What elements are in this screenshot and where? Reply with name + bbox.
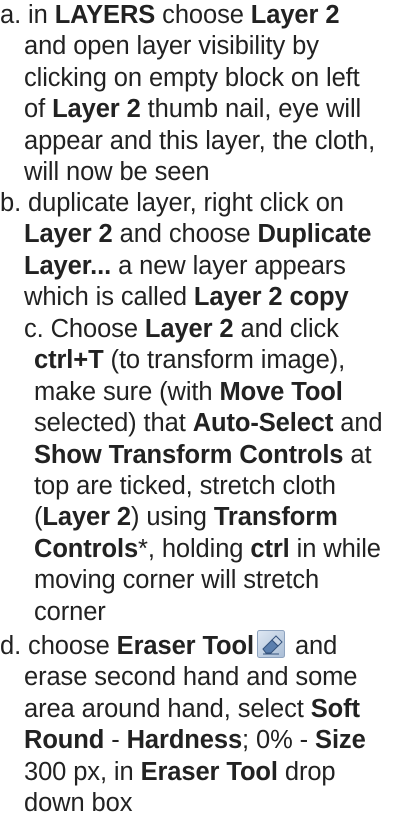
step-c-line-1: c. Choose Layer 2 and click [24, 315, 339, 343]
step-c-line-5: Show Transform Controls at [34, 440, 372, 469]
instructions-document: a. in LAYERS choose Layer 2 and open lay… [0, 0, 400, 817]
step-c-line-7: (Layer 2) using Transform [34, 503, 338, 532]
step-d: d. choose Eraser Tool and erase second h… [0, 630, 366, 819]
step-c-line-9: moving corner will stretch [34, 566, 320, 595]
step-d-line-6: down box [24, 789, 133, 818]
step-c-line-8: Controls*, holding ctrl in while [34, 534, 381, 563]
step-d-line-1: d. choose Eraser Tool and [0, 630, 338, 660]
step-c-line-3: make sure (with Move Tool [34, 377, 343, 406]
step-a-line-4: of Layer 2 thumb nail, eye will [24, 95, 362, 124]
step-d-line-3: area around hand, select Soft [24, 694, 360, 723]
step-a-line-5: appear and this layer, the cloth, [24, 126, 376, 155]
step-d-line-5: 300 px, in Eraser Tool drop [24, 757, 336, 786]
step-a: a. in LAYERS choose Layer 2 and open lay… [0, 0, 375, 188]
step-d-line-2: erase second hand and some [24, 663, 358, 692]
step-c-line-10: corner [34, 597, 106, 626]
step-c-line-6: top are ticked, stretch cloth [34, 472, 336, 501]
step-c: c. Choose Layer 2 and click ctrl+T (to t… [0, 314, 383, 628]
step-a-line-2: and open layer visibility by [24, 32, 319, 61]
eraser-tool-icon [256, 630, 285, 658]
step-b: b. duplicate layer, right click on Layer… [0, 188, 371, 314]
step-b-line-2: Layer 2 and choose Duplicate [24, 220, 372, 249]
step-b-line-1: b. duplicate layer, right click on [0, 189, 344, 217]
step-a-line-3: clicking on empty block on left [24, 63, 360, 92]
step-d-line-4: Round - Hardness; 0% - Size [24, 726, 366, 755]
step-c-line-2: ctrl+T (to transform image), [34, 346, 346, 375]
step-c-line-4: selected) that Auto-Select and [34, 409, 383, 438]
step-b-line-3: Layer... a new layer appears [24, 251, 346, 280]
step-b-line-4: which is called Layer 2 copy [24, 283, 349, 312]
step-a-line-6: will now be seen [24, 158, 210, 187]
step-a-line-1: a. in LAYERS choose Layer 2 [0, 1, 340, 29]
